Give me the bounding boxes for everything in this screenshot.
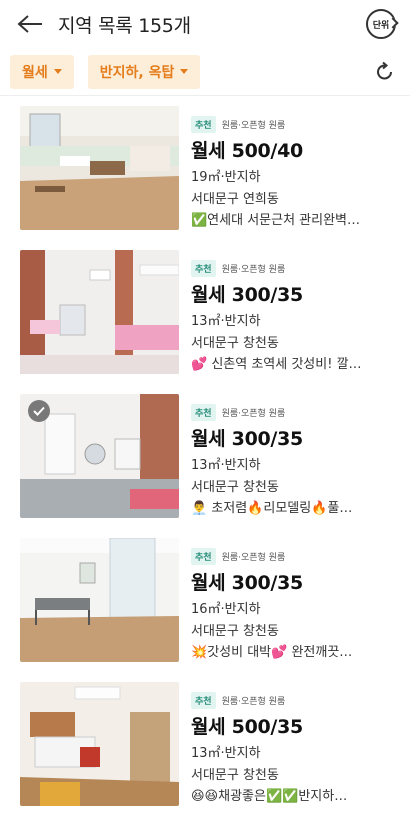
reset-filters-button[interactable] bbox=[370, 57, 400, 87]
listing-price: 월세 300/35 bbox=[191, 428, 303, 450]
room-type: 원룸·오픈형 원룸 bbox=[221, 409, 286, 419]
listing-location: 서대문구 연희동 bbox=[191, 192, 279, 207]
listing-price: 월세 300/35 bbox=[191, 284, 303, 306]
listing-description: 💕 신촌역 초역세 갓성비! 깔… bbox=[191, 357, 362, 372]
arrow-left-icon bbox=[17, 15, 42, 33]
filter-chip-label: 반지하, 옥탑 bbox=[99, 64, 175, 81]
listing-tags: 추천 원룸·오픈형 원룸 bbox=[191, 116, 400, 133]
listing-description: ✅연세대 서문근처 관리완벽… bbox=[191, 213, 361, 228]
listing-photo bbox=[20, 106, 179, 230]
listing-tags: 추천 원룸·오픈형 원룸 bbox=[191, 260, 400, 277]
listing-info: 추천 원룸·오픈형 원룸 월세 500/35 13㎡·반지하 서대문구 창천동 … bbox=[191, 682, 400, 804]
listing-description: 👨‍💼 초저렴🔥리모델링🔥풀… bbox=[191, 501, 353, 516]
check-circle-icon bbox=[28, 400, 50, 422]
refresh-icon bbox=[377, 61, 392, 79]
listing-item[interactable]: 추천 원룸·오픈형 원룸 월세 500/35 13㎡·반지하 서대문구 창천동 … bbox=[0, 682, 410, 822]
recommend-badge: 추천 bbox=[191, 548, 216, 565]
listing-size: 16㎡·반지하 bbox=[191, 602, 261, 617]
listing-description: 💥갓성비 대박💕 완전깨끗… bbox=[191, 645, 353, 660]
listing-tags: 추천 원룸·오픈형 원룸 bbox=[191, 692, 400, 709]
listing-photo bbox=[20, 250, 179, 374]
back-button[interactable] bbox=[14, 8, 46, 40]
unit-toggle-label: 단위 bbox=[372, 20, 390, 31]
recommend-badge: 추천 bbox=[191, 260, 216, 277]
room-type: 원룸·오픈형 원룸 bbox=[221, 121, 286, 131]
recommend-badge: 추천 bbox=[191, 692, 216, 709]
listing-price: 월세 500/40 bbox=[191, 140, 303, 162]
listing-price: 월세 500/35 bbox=[191, 716, 303, 738]
listing-item[interactable]: 추천 원룸·오픈형 원룸 월세 300/35 13㎡·반지하 서대문구 창천동 … bbox=[0, 250, 410, 394]
listing-item[interactable]: 추천 원룸·오픈형 원룸 월세 300/35 13㎡·반지하 서대문구 창천동 … bbox=[0, 394, 410, 538]
filter-bar: 월세 반지하, 옥탑 bbox=[0, 48, 410, 96]
room-type: 원룸·오픈형 원룸 bbox=[221, 553, 286, 563]
filter-chip-rent-type[interactable]: 월세 bbox=[10, 54, 74, 89]
listing-location: 서대문구 창천동 bbox=[191, 768, 279, 783]
listing-location: 서대문구 창천동 bbox=[191, 624, 279, 639]
listing-item[interactable]: 추천 원룸·오픈형 원룸 월세 300/35 16㎡·반지하 서대문구 창천동 … bbox=[0, 538, 410, 682]
listing-photo bbox=[20, 538, 179, 662]
recommend-badge: 추천 bbox=[191, 404, 216, 421]
listing-size: 13㎡·반지하 bbox=[191, 314, 261, 329]
app-header: 지역 목록 155개 단위 bbox=[0, 0, 410, 48]
caret-down-icon bbox=[180, 69, 189, 74]
listing-tags: 추천 원룸·오픈형 원룸 bbox=[191, 548, 400, 565]
listing-info: 추천 원룸·오픈형 원룸 월세 500/40 19㎡·반지하 서대문구 연희동 … bbox=[191, 106, 400, 228]
listing-photo bbox=[20, 394, 179, 518]
listing-size: 13㎡·반지하 bbox=[191, 746, 261, 761]
listing-tags: 추천 원룸·오픈형 원룸 bbox=[191, 404, 400, 421]
listing-photo bbox=[20, 682, 179, 806]
room-type: 원룸·오픈형 원룸 bbox=[221, 697, 286, 707]
listing-info: 추천 원룸·오픈형 원룸 월세 300/35 16㎡·반지하 서대문구 창천동 … bbox=[191, 538, 400, 660]
filter-chip-label: 월세 bbox=[22, 64, 48, 81]
page-title: 지역 목록 155개 bbox=[58, 14, 191, 37]
caret-down-icon bbox=[53, 69, 62, 74]
unit-toggle-button[interactable]: 단위 bbox=[366, 9, 396, 39]
listing-item[interactable]: 추천 원룸·오픈형 원룸 월세 500/40 19㎡·반지하 서대문구 연희동 … bbox=[0, 106, 410, 250]
listing-location: 서대문구 창천동 bbox=[191, 480, 279, 495]
listing-info: 추천 원룸·오픈형 원룸 월세 300/35 13㎡·반지하 서대문구 창천동 … bbox=[191, 394, 400, 516]
listing-info: 추천 원룸·오픈형 원룸 월세 300/35 13㎡·반지하 서대문구 창천동 … bbox=[191, 250, 400, 372]
listing-size: 13㎡·반지하 bbox=[191, 458, 261, 473]
room-type: 원룸·오픈형 원룸 bbox=[221, 265, 286, 275]
filter-chip-floor-type[interactable]: 반지하, 옥탑 bbox=[87, 54, 201, 89]
listing-location: 서대문구 창천동 bbox=[191, 336, 279, 351]
recommend-badge: 추천 bbox=[191, 116, 216, 133]
listing-list: 추천 원룸·오픈형 원룸 월세 500/40 19㎡·반지하 서대문구 연희동 … bbox=[0, 96, 410, 822]
listing-price: 월세 300/35 bbox=[191, 572, 303, 594]
listing-description: 😆😆채광좋은✅✅반지하… bbox=[191, 789, 348, 804]
listing-size: 19㎡·반지하 bbox=[191, 170, 261, 185]
